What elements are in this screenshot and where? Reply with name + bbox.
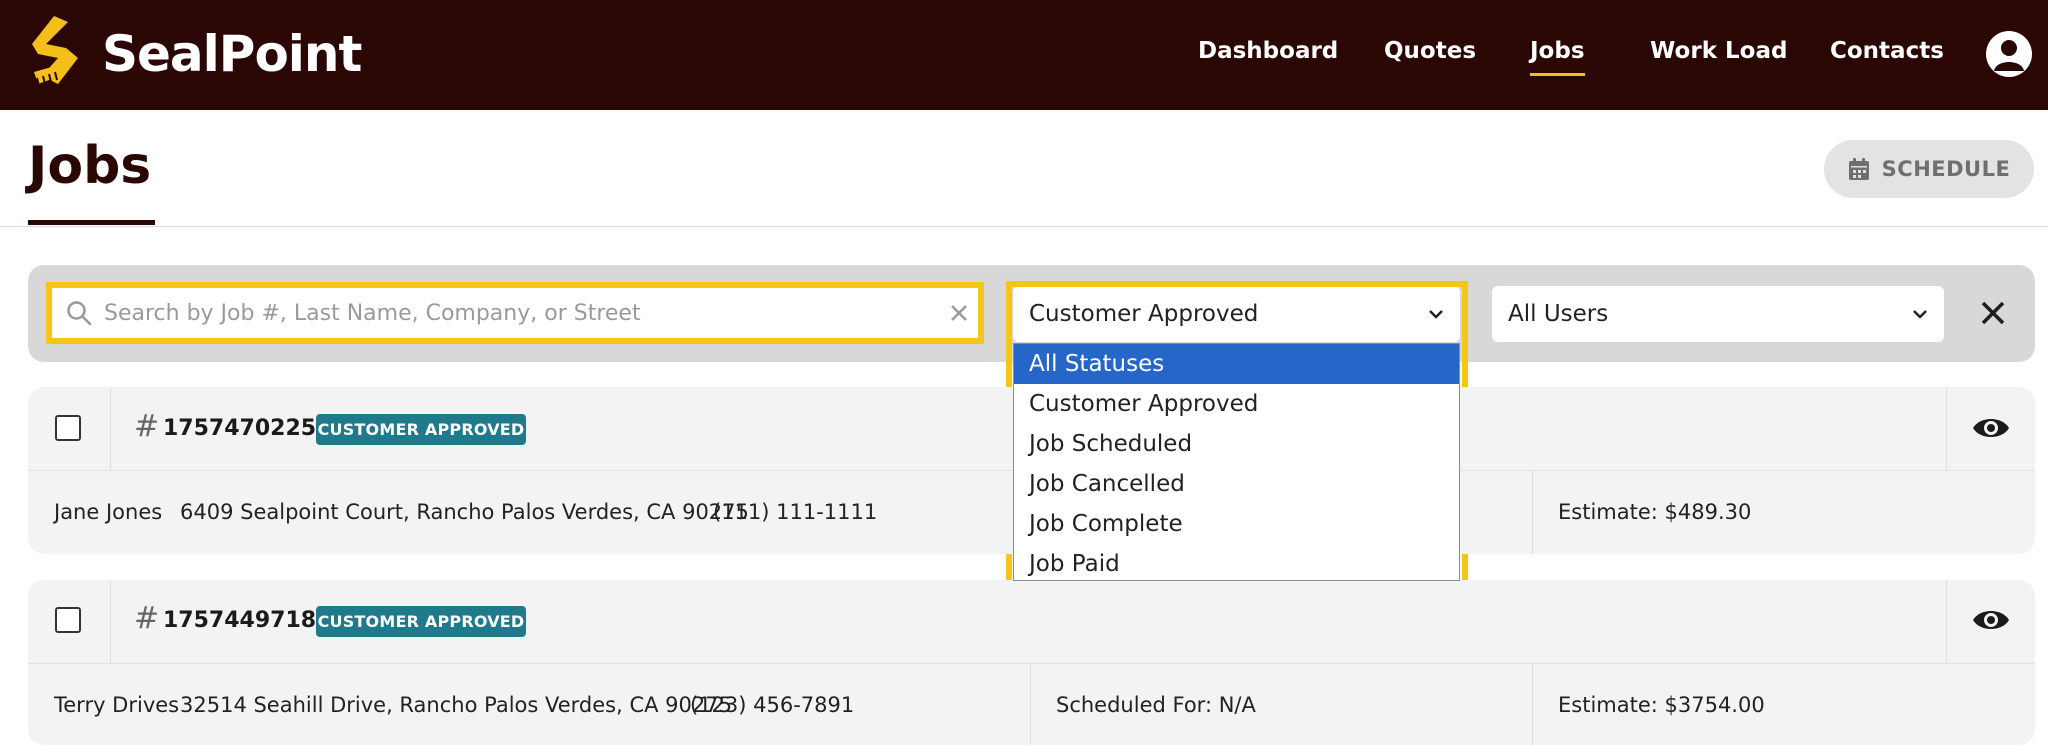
customer-name: Jane Jones <box>54 500 163 524</box>
nav-link-dashboard[interactable]: Dashboard <box>1198 38 1338 64</box>
job-phone: (123) 456-7891 <box>690 693 855 717</box>
header-divider <box>0 226 2048 227</box>
status-badge: CUSTOMER APPROVED <box>316 606 526 637</box>
job-scheduled: Scheduled For: N/A <box>1056 693 1256 717</box>
card-divider <box>110 580 111 663</box>
user-select-value: All Users <box>1508 301 1609 327</box>
user-icon <box>1994 40 2024 71</box>
job-number[interactable]: 1757449718 <box>163 608 316 633</box>
search-icon <box>67 301 92 326</box>
nav-link-jobs[interactable]: Jobs <box>1530 38 1585 76</box>
status-option-job-complete[interactable]: Job Complete <box>1014 504 1459 544</box>
job-phone: (111) 111-1111 <box>713 500 878 524</box>
eye-icon[interactable] <box>1972 607 2010 633</box>
schedule-button-label: SCHEDULE <box>1881 157 2011 181</box>
customer-name: Terry Drives <box>54 693 180 717</box>
status-badge: CUSTOMER APPROVED <box>316 414 526 445</box>
hash-icon: # <box>134 601 160 636</box>
job-address: 6409 Sealpoint Court, Rancho Palos Verde… <box>180 500 749 524</box>
status-option-job-paid[interactable]: Job Paid <box>1014 544 1459 584</box>
top-navbar: SealPoint Dashboard Quotes Jobs Work Loa… <box>0 0 2048 110</box>
clear-search-icon[interactable] <box>948 302 970 324</box>
job-select-checkbox[interactable] <box>55 607 81 633</box>
main-nav: Dashboard Quotes Jobs Work Load Contacts <box>0 0 2048 110</box>
job-address: 32514 Seahill Drive, Rancho Palos Verdes… <box>180 693 732 717</box>
status-option-job-scheduled[interactable]: Job Scheduled <box>1014 424 1459 464</box>
job-estimate: Estimate: $489.30 <box>1558 500 1752 524</box>
card-divider <box>28 663 2035 664</box>
card-divider <box>110 387 111 470</box>
card-divider <box>1532 664 1533 745</box>
job-estimate: Estimate: $3754.00 <box>1558 693 1765 717</box>
nav-link-contacts[interactable]: Contacts <box>1830 38 1944 64</box>
card-divider <box>1030 664 1031 745</box>
job-card <box>28 580 2035 745</box>
status-option-all-statuses[interactable]: All Statuses <box>1014 344 1459 384</box>
card-divider <box>1532 471 1533 554</box>
user-select[interactable]: All Users <box>1492 286 1944 342</box>
status-option-customer-approved[interactable]: Customer Approved <box>1014 384 1459 424</box>
card-divider <box>1946 387 1947 470</box>
title-underline <box>28 220 155 225</box>
nav-link-work-load[interactable]: Work Load <box>1650 38 1787 64</box>
clear-filters-icon[interactable] <box>1980 300 2006 326</box>
nav-link-quotes[interactable]: Quotes <box>1384 38 1476 64</box>
eye-icon[interactable] <box>1972 415 2010 441</box>
schedule-button[interactable]: SCHEDULE <box>1824 140 2034 198</box>
job-number[interactable]: 1757470225 <box>163 416 316 441</box>
user-avatar[interactable] <box>1986 31 2032 77</box>
calendar-icon <box>1848 158 1869 180</box>
search-input[interactable] <box>104 292 934 334</box>
page-title: Jobs <box>28 136 152 196</box>
hash-icon: # <box>134 409 160 444</box>
card-divider <box>1946 580 1947 663</box>
chevron-down-icon <box>1913 310 1927 319</box>
status-option-job-cancelled[interactable]: Job Cancelled <box>1014 464 1459 504</box>
status-dropdown-list: All Statuses Customer Approved Job Sched… <box>1013 343 1460 581</box>
job-select-checkbox[interactable] <box>55 415 81 441</box>
